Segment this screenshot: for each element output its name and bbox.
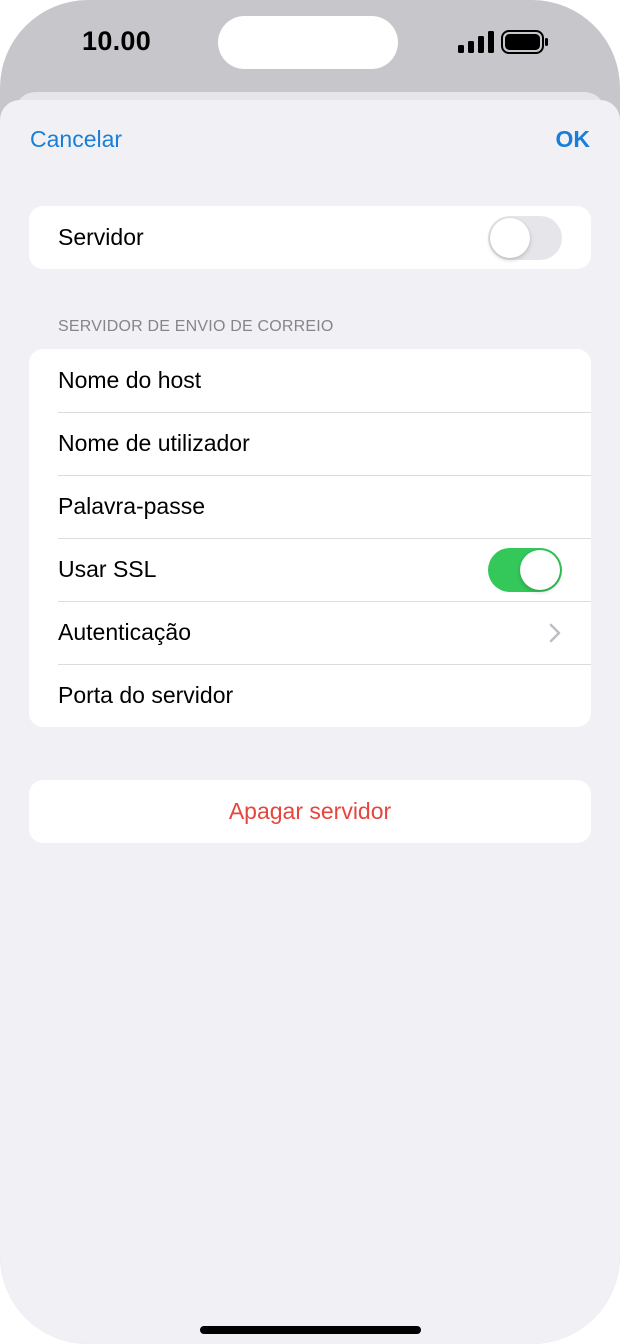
status-time: 10.00 <box>82 26 152 56</box>
use-ssl-row: Usar SSL <box>29 538 591 601</box>
server-row: Servidor <box>29 206 591 269</box>
server-label: Servidor <box>58 224 144 250</box>
home-indicator <box>200 1326 421 1334</box>
use-ssl-label: Usar SSL <box>58 556 157 582</box>
ok-button[interactable]: OK <box>556 126 591 153</box>
edit-server-sheet: Cancelar OK Servidor SERVIDOR DE ENVIO D… <box>0 100 620 1344</box>
battery-icon <box>501 30 548 54</box>
cellular-signal-icon <box>458 31 494 53</box>
authentication-row[interactable]: Autenticação <box>29 601 591 664</box>
hostname-row[interactable]: Nome do host <box>29 349 591 412</box>
phone-frame: 10.00 Cancelar OK Servidor SERVIDOR DE E… <box>0 0 620 1344</box>
delete-group: Apagar servidor <box>29 780 591 843</box>
username-row[interactable]: Nome de utilizador <box>29 412 591 475</box>
toggle-knob <box>520 549 560 590</box>
password-row[interactable]: Palavra-passe <box>29 475 591 538</box>
toggle-knob <box>490 217 530 258</box>
server-group: Servidor <box>29 206 591 269</box>
username-label: Nome de utilizador <box>58 430 250 456</box>
server-port-label: Porta do servidor <box>58 682 234 708</box>
server-toggle[interactable] <box>488 215 562 260</box>
delete-server-button[interactable]: Apagar servidor <box>29 780 591 843</box>
password-label: Palavra-passe <box>58 493 206 519</box>
section-header: SERVIDOR DE ENVIO DE CORREIO <box>58 318 334 335</box>
authentication-label: Autenticação <box>58 619 191 645</box>
use-ssl-toggle[interactable] <box>488 547 562 592</box>
server-port-row[interactable]: Porta do servidor <box>29 664 591 727</box>
hostname-label: Nome do host <box>58 367 202 393</box>
outgoing-server-group: Nome do host Nome de utilizador Palavra-… <box>29 349 591 727</box>
cancel-button[interactable]: Cancelar <box>30 126 122 153</box>
chevron-right-icon <box>549 623 561 642</box>
status-bar: 10.00 <box>0 0 620 90</box>
dynamic-island <box>218 16 398 69</box>
